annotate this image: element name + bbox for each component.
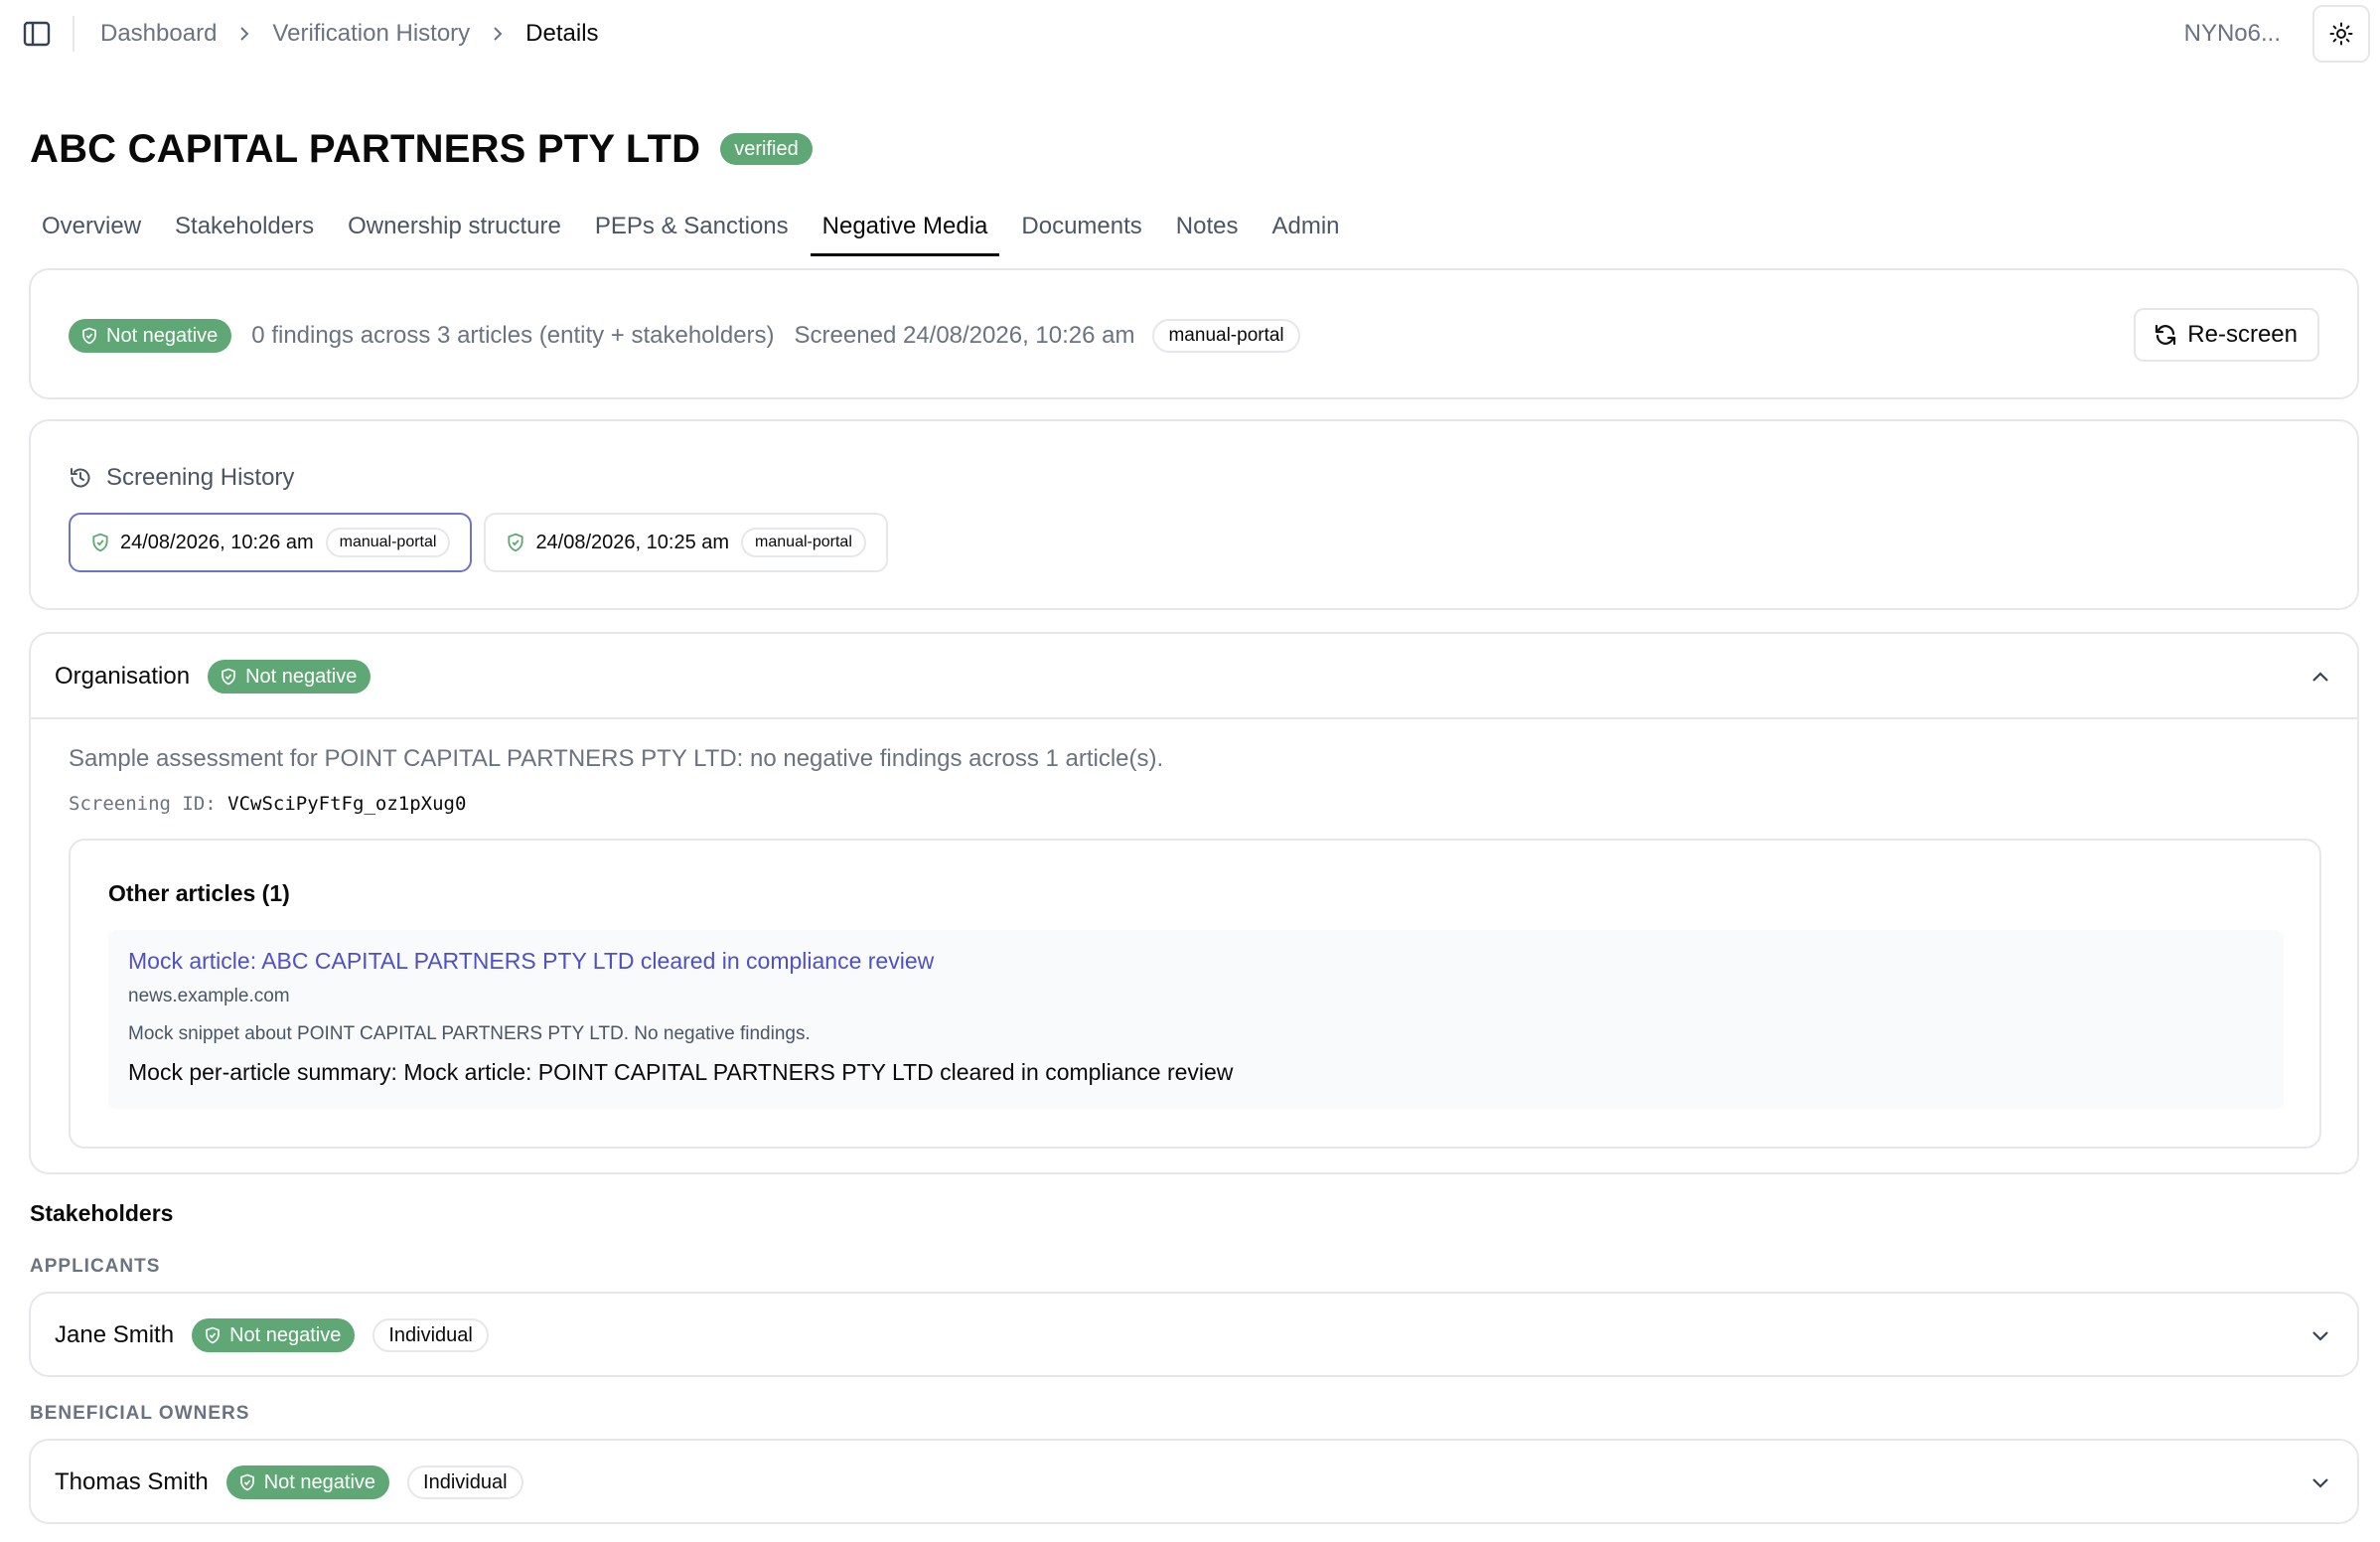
group-label-beneficial-owners: BENEFICIAL OWNERS	[30, 1403, 250, 1424]
tab-overview[interactable]: Overview	[30, 207, 153, 256]
chevron-up-icon[interactable]	[2306, 662, 2335, 692]
sun-icon	[2329, 22, 2353, 46]
stakeholder-row-content: Jane Smith Not negative Individual	[55, 1317, 489, 1353]
chevron-down-icon[interactable]	[2306, 1468, 2335, 1498]
stakeholder-row-content: Thomas Smith Not negative Individual	[55, 1465, 523, 1500]
topbar-divider	[73, 16, 74, 52]
tab-peps-sanctions[interactable]: PEPs & Sanctions	[583, 207, 801, 256]
article-link[interactable]: Mock article: ABC CAPITAL PARTNERS PTY L…	[128, 948, 934, 975]
title-row: ABC CAPITAL PARTNERS PTY LTD verified	[30, 123, 813, 175]
breadcrumb-dashboard[interactable]: Dashboard	[100, 20, 217, 48]
rescreen-label: Re-screen	[2187, 321, 2298, 348]
breadcrumb: Dashboard Verification History Details	[100, 18, 599, 50]
status-label: Not negative	[263, 1470, 376, 1493]
user-id[interactable]: NYNo6...	[2184, 18, 2281, 50]
organisation-header[interactable]: Organisation Not negative	[31, 634, 2357, 719]
chevron-right-icon	[217, 18, 272, 50]
organisation-header-content: Organisation Not negative	[55, 660, 372, 694]
breadcrumb-current: Details	[525, 20, 599, 47]
stakeholder-row[interactable]: Thomas Smith Not negative Individual	[29, 1439, 2359, 1524]
tab-stakeholders[interactable]: Stakeholders	[163, 207, 326, 256]
history-entry-datetime: 24/08/2026, 10:26 am	[120, 531, 314, 553]
article-summary: Mock per-article summary: Mock article: …	[128, 1059, 1234, 1085]
status-badge: Not negative	[69, 319, 232, 353]
screening-history-card: Screening History 24/08/2026, 10:26 am m…	[29, 419, 2359, 610]
stakeholder-row[interactable]: Jane Smith Not negative Individual	[29, 1292, 2359, 1377]
type-badge: Individual	[372, 1318, 489, 1352]
assessment-text: Sample assessment for POINT CAPITAL PART…	[69, 745, 1164, 772]
stakeholder-name: Jane Smith	[55, 1321, 175, 1348]
organisation-label: Organisation	[55, 663, 191, 690]
screening-id-label: Screening ID:	[69, 793, 217, 815]
status-label: Not negative	[106, 324, 219, 347]
screening-id-value: VCwSciPyFtFg_oz1pXug0	[227, 793, 467, 815]
history-header: Screening History	[69, 461, 294, 495]
tab-admin[interactable]: Admin	[1261, 207, 1352, 256]
source-badge: manual-portal	[741, 528, 866, 557]
theme-toggle-button[interactable]	[2312, 5, 2370, 63]
article-domain: news.example.com	[128, 986, 290, 1006]
history-title: Screening History	[106, 464, 295, 491]
stakeholder-name: Thomas Smith	[55, 1468, 209, 1495]
summary-card: Not negative 0 findings across 3 article…	[29, 268, 2359, 399]
history-icon	[71, 468, 90, 488]
status-badge: Not negative	[192, 1318, 356, 1352]
chevron-right-icon	[470, 18, 525, 50]
stakeholders-title: Stakeholders	[30, 1200, 174, 1226]
top-bar: Dashboard Verification History Details N…	[0, 0, 2380, 68]
status-label: Not negative	[245, 665, 358, 688]
shield-check-icon	[206, 1326, 220, 1344]
page-title: ABC CAPITAL PARTNERS PTY LTD	[30, 126, 701, 171]
shield-check-icon	[239, 1473, 254, 1491]
tab-negative-media[interactable]: Negative Media	[810, 207, 1000, 256]
group-label-applicants: APPLICANTS	[30, 1256, 161, 1277]
history-entry[interactable]: 24/08/2026, 10:26 am manual-portal	[69, 513, 473, 572]
history-entry-datetime: 24/08/2026, 10:25 am	[535, 531, 730, 553]
source-badge: manual-portal	[325, 528, 451, 557]
tab-ownership-structure[interactable]: Ownership structure	[336, 207, 573, 256]
shield-check-icon	[508, 533, 524, 552]
sidebar-toggle-icon[interactable]	[22, 20, 52, 48]
status-badge: Not negative	[225, 1465, 390, 1499]
breadcrumb-verification-history[interactable]: Verification History	[272, 20, 470, 48]
shield-check-icon	[82, 327, 96, 345]
status-label: Not negative	[229, 1323, 342, 1346]
history-list: 24/08/2026, 10:26 am manual-portal 24/08…	[69, 513, 900, 572]
tab-notes[interactable]: Notes	[1164, 207, 1251, 256]
chevron-down-icon[interactable]	[2306, 1321, 2335, 1351]
other-articles-section: Other articles (1) Mock article: ABC CAP…	[69, 839, 2321, 1149]
organisation-card: Organisation Not negative Sample assessm…	[29, 632, 2359, 1174]
shield-check-icon	[92, 533, 108, 552]
tab-documents[interactable]: Documents	[1009, 207, 1153, 256]
refresh-icon	[2156, 324, 2176, 346]
article-item: Mock article: ABC CAPITAL PARTNERS PTY L…	[108, 930, 2284, 1109]
screened-text: Screened 24/08/2026, 10:26 am	[794, 322, 1135, 349]
source-badge: manual-portal	[1152, 319, 1300, 353]
summary-row: Not negative 0 findings across 3 article…	[69, 318, 1300, 354]
article-snippet: Mock snippet about POINT CAPITAL PARTNER…	[128, 1023, 811, 1044]
history-entry[interactable]: 24/08/2026, 10:25 am manual-portal	[484, 513, 888, 572]
other-articles-title: Other articles (1)	[108, 880, 290, 906]
tab-bar: Overview Stakeholders Ownership structur…	[30, 207, 1362, 258]
screening-id: Screening ID: VCwSciPyFtFg_oz1pXug0	[69, 793, 466, 815]
findings-text: 0 findings across 3 articles (entity + s…	[251, 322, 775, 349]
shield-check-icon	[222, 668, 235, 686]
rescreen-button[interactable]: Re-screen	[2134, 308, 2319, 362]
status-badge: Not negative	[208, 660, 372, 694]
type-badge: Individual	[407, 1465, 523, 1499]
status-badge: verified	[720, 133, 813, 165]
